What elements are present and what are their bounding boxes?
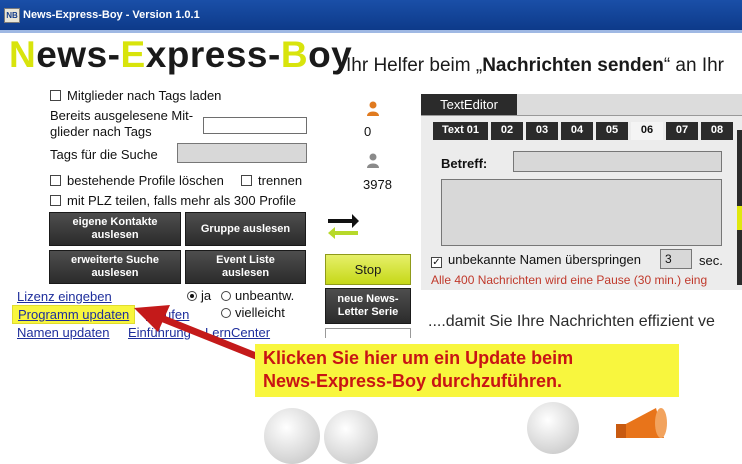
tab-text-03[interactable]: 03	[526, 122, 558, 140]
license-link[interactable]: Lizenz eingeben	[17, 289, 112, 304]
update-callout: Klicken Sie hier um ein Update beim News…	[255, 344, 679, 397]
title-bar-divider	[0, 30, 742, 33]
app-icon: NB	[4, 8, 20, 23]
title-bar[interactable]: NB News-Express-Boy - Version 1.0.1	[0, 0, 742, 30]
group-read-button[interactable]: Gruppe auslesen	[185, 212, 306, 246]
tab-texteditor[interactable]: TextEditor	[421, 94, 517, 115]
person-orange-icon	[366, 101, 380, 122]
figure-head-1	[264, 408, 320, 464]
skip-seconds-input[interactable]: 3	[660, 249, 692, 269]
separate-option[interactable]: trennen	[241, 173, 302, 188]
tab-text-06[interactable]: 06	[631, 122, 663, 140]
orange-count: 0	[364, 124, 372, 139]
plz-split-checkbox[interactable]	[50, 195, 61, 206]
subject-label: Betreff:	[441, 156, 488, 171]
figure-head-3	[527, 402, 579, 454]
middle-divider	[325, 328, 411, 338]
plz-split-option[interactable]: mit PLZ teilen, falls mehr als 300 Profi…	[50, 193, 296, 208]
already-read-input[interactable]	[203, 117, 307, 134]
transfer-arrows-icon	[326, 212, 360, 245]
tab-text-07[interactable]: 07	[666, 122, 698, 140]
delete-profiles-checkbox[interactable]	[50, 175, 61, 186]
message-textarea[interactable]	[441, 179, 722, 246]
editor-header-strip	[517, 94, 742, 115]
tab-text-02[interactable]: 02	[491, 122, 523, 140]
tags-search-label: Tags für die Suche	[50, 147, 158, 162]
editor-side-strip	[737, 130, 742, 285]
subject-input[interactable]	[513, 151, 722, 172]
delete-profiles-option[interactable]: bestehende Profile löschen	[50, 173, 224, 188]
new-newsletter-button[interactable]: neue News- Letter Serie	[325, 288, 411, 324]
tags-search-input[interactable]	[177, 143, 307, 163]
stop-button[interactable]: Stop	[325, 254, 411, 285]
tab-text-01[interactable]: Text 01	[433, 122, 488, 140]
person-grey-icon	[366, 153, 380, 174]
pause-notice: Alle 400 Nachrichten wird eine Pause (30…	[431, 273, 708, 287]
skip-unknown-option[interactable]: unbekannte Namen überspringen	[431, 252, 641, 268]
names-update-link[interactable]: Namen updaten	[17, 325, 110, 340]
app-logo: News-Express-Boy	[9, 34, 353, 75]
window-title: News-Express-Boy - Version 1.0.1	[23, 9, 200, 21]
separate-checkbox[interactable]	[241, 175, 252, 186]
tab-text-08[interactable]: 08	[701, 122, 733, 140]
red-arrow-icon	[134, 305, 260, 360]
event-list-button[interactable]: Event Liste auslesen	[185, 250, 306, 284]
seconds-unit: sec.	[699, 253, 723, 268]
grey-count: 3978	[363, 177, 392, 192]
own-contacts-button[interactable]: eigene Kontakte auslesen	[49, 212, 181, 246]
tagline: Ihr Helfer beim „Nachrichten senden“ an …	[346, 55, 725, 76]
skip-unknown-checkbox[interactable]	[431, 257, 442, 268]
extended-search-button[interactable]: erweiterte Suche auslesen	[49, 250, 181, 284]
members-by-tags-option[interactable]: Mitglieder nach Tags laden	[50, 88, 221, 103]
members-by-tags-checkbox[interactable]	[50, 90, 61, 101]
tab-text-05[interactable]: 05	[596, 122, 628, 140]
megaphone-icon	[616, 402, 686, 443]
program-update-link[interactable]: Programm updaten	[12, 305, 136, 324]
figure-head-2	[324, 410, 378, 464]
tab-text-04[interactable]: 04	[561, 122, 593, 140]
already-read-label: Bereits ausgelesene Mit- glieder nach Ta…	[50, 108, 194, 139]
slogan: ....damit Sie Ihre Nachrichten effizient…	[428, 313, 715, 330]
